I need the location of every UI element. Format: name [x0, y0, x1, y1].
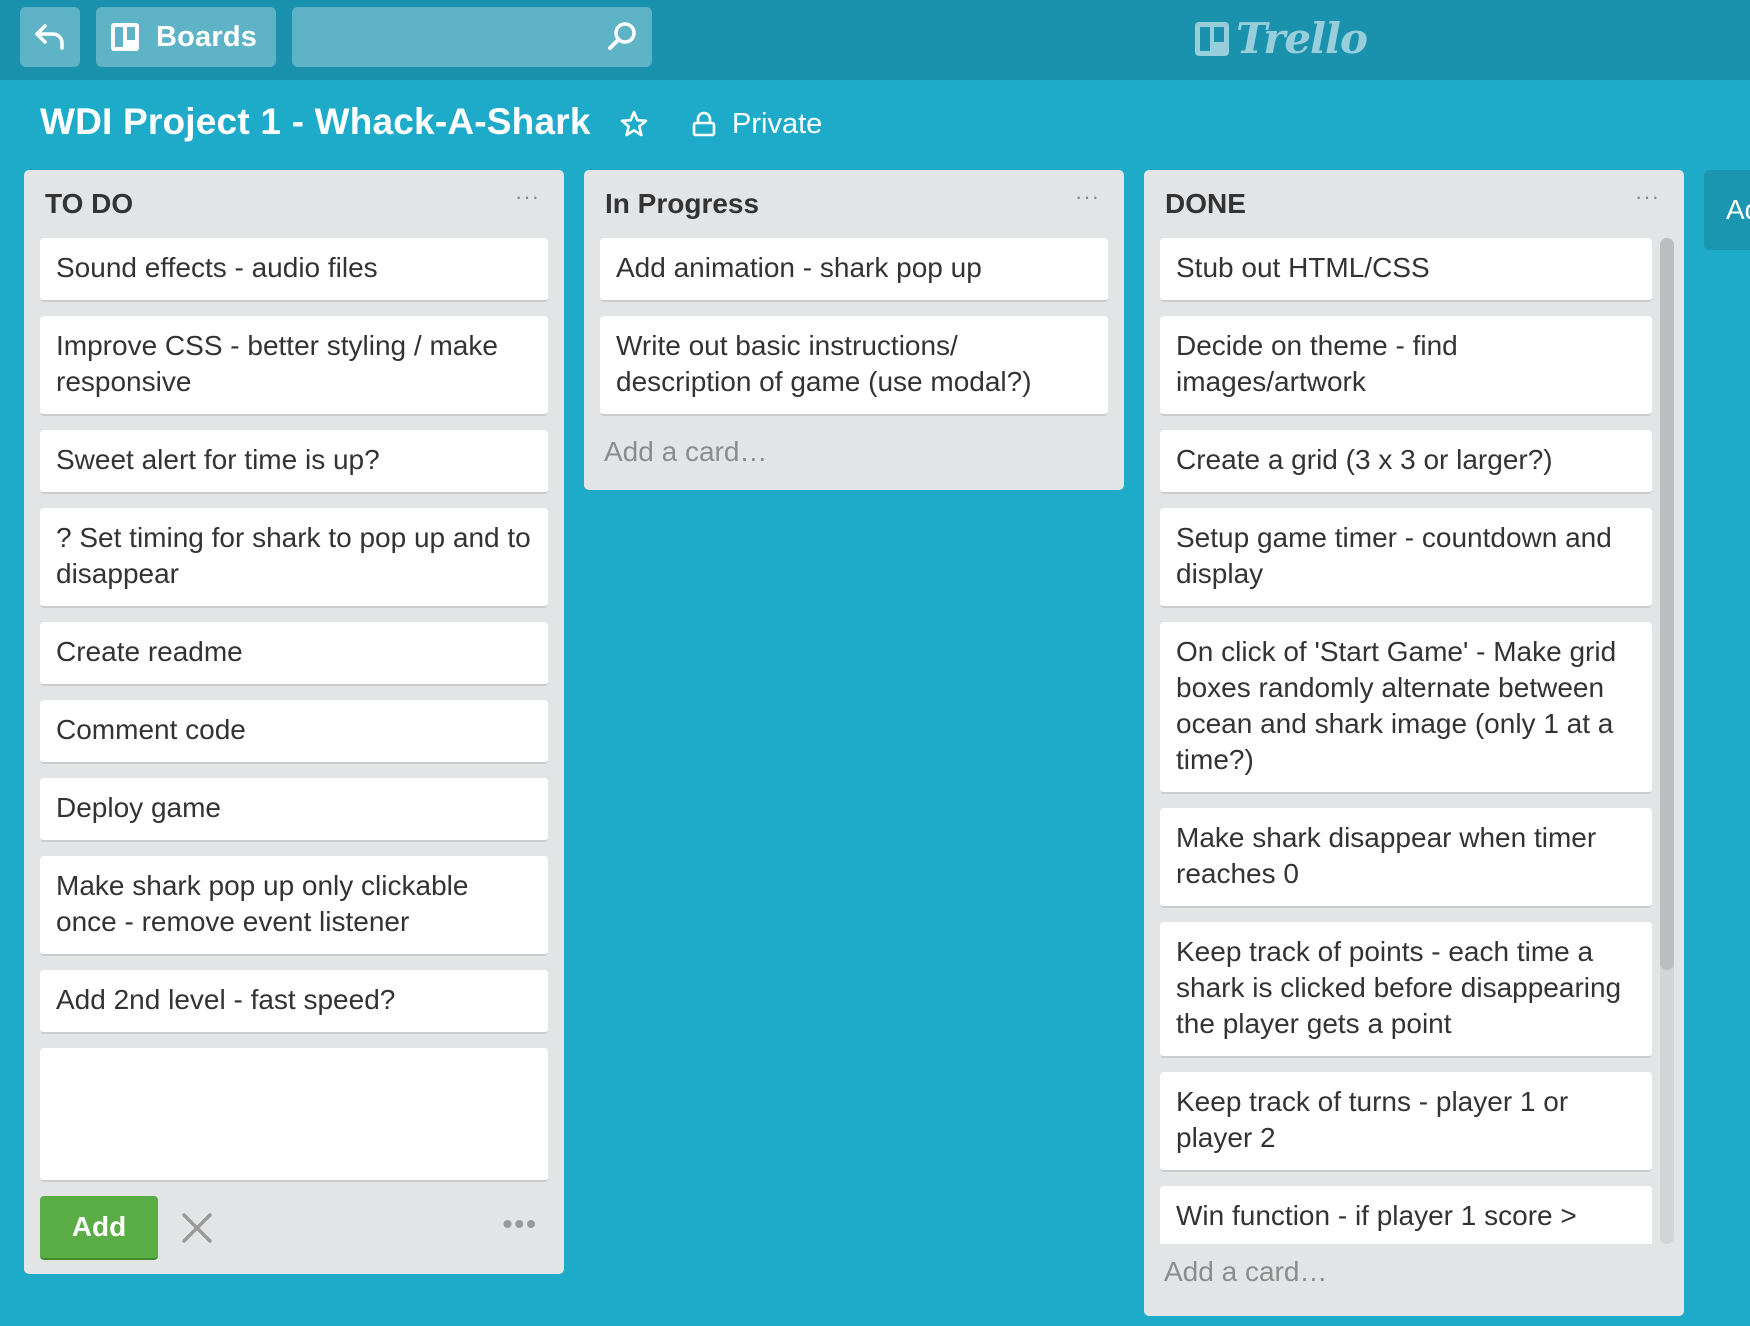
card[interactable]: Comment code	[40, 700, 548, 764]
add-a-card-link[interactable]: Add a card…	[584, 430, 1124, 490]
close-icon[interactable]	[180, 1211, 214, 1245]
boards-label: Boards	[156, 20, 258, 53]
card[interactable]: Sweet alert for time is up?	[40, 430, 548, 494]
card[interactable]: ? Set timing for shark to pop up and to …	[40, 508, 548, 608]
card[interactable]: Write out basic instructions/ descriptio…	[600, 316, 1108, 416]
card[interactable]: Keep track of turns - player 1 or player…	[1160, 1072, 1652, 1172]
trello-logo-icon	[1195, 21, 1229, 56]
list-header: DONE ···	[1144, 170, 1684, 238]
card[interactable]: Stub out HTML/CSS	[1160, 238, 1652, 302]
card[interactable]: Add animation - shark pop up	[600, 238, 1108, 302]
search-icon	[608, 22, 636, 50]
list-in-progress: In Progress ··· Add animation - shark po…	[584, 170, 1124, 490]
card[interactable]: Setup game timer - countdown and display	[1160, 508, 1652, 608]
card[interactable]: Sound effects - audio files	[40, 238, 548, 302]
card-composer-controls: Add •••	[40, 1196, 548, 1260]
card[interactable]: Win function - if player 1 score >	[1160, 1186, 1652, 1244]
composer-options-button[interactable]: •••	[503, 1208, 538, 1240]
back-arrow-icon	[35, 24, 64, 50]
trello-logo-text: Trello	[1236, 14, 1368, 63]
card[interactable]: Deploy game	[40, 778, 548, 842]
list-menu-button[interactable]: ···	[515, 184, 540, 210]
card[interactable]: Add 2nd level - fast speed?	[40, 970, 548, 1034]
card-composer-input[interactable]	[40, 1048, 548, 1182]
scrollbar-thumb[interactable]	[1660, 238, 1674, 970]
list-menu-button[interactable]: ···	[1635, 184, 1660, 210]
card[interactable]: Create readme	[40, 622, 548, 686]
card[interactable]: Keep track of points - each time a shark…	[1160, 922, 1652, 1058]
add-list-label: Add a list…	[1726, 194, 1750, 225]
list-menu-button[interactable]: ···	[1075, 184, 1100, 210]
lock-icon	[692, 111, 716, 137]
card-list: Add animation - shark pop up Write out b…	[584, 238, 1124, 416]
list-scrollbar[interactable]	[1660, 238, 1674, 1244]
card[interactable]: Make shark disappear when timer reaches …	[1160, 808, 1652, 908]
top-bar: Boards Trello	[0, 0, 1750, 80]
list-title[interactable]: In Progress	[605, 188, 759, 220]
boards-icon	[111, 23, 139, 51]
card-list: Stub out HTML/CSS Decide on theme - find…	[1144, 238, 1684, 1244]
boards-button[interactable]: Boards	[96, 7, 276, 67]
list-title[interactable]: DONE	[1165, 188, 1246, 220]
card[interactable]: On click of 'Start Game' - Make grid box…	[1160, 622, 1652, 794]
list-done: DONE ··· Stub out HTML/CSS Decide on the…	[1144, 170, 1684, 1316]
list-scroll-area: DONE ··· Stub out HTML/CSS Decide on the…	[1144, 170, 1684, 1244]
add-list-button[interactable]: Add a list…	[1704, 170, 1750, 250]
card[interactable]: Make shark pop up only clickable once - …	[40, 856, 548, 956]
card[interactable]: Improve CSS - better styling / make resp…	[40, 316, 548, 416]
back-button[interactable]	[20, 7, 80, 67]
visibility-private-button[interactable]: Private	[732, 108, 822, 141]
card[interactable]: Decide on theme - find images/artwork	[1160, 316, 1652, 416]
star-icon[interactable]	[620, 110, 648, 138]
list-title[interactable]: TO DO	[45, 188, 133, 220]
list-header: In Progress ···	[584, 170, 1124, 238]
add-a-card-link[interactable]: Add a card…	[1144, 1244, 1684, 1316]
trello-logo[interactable]: Trello	[1194, 14, 1368, 63]
list-to-do: TO DO ··· Sound effects - audio files Im…	[24, 170, 564, 1274]
list-header: TO DO ···	[24, 170, 564, 238]
board-title[interactable]: WDI Project 1 - Whack-A-Shark	[40, 101, 591, 143]
search-input[interactable]	[292, 7, 652, 67]
trello-board-page: Boards Trello WDI Project 1 - Whack-A-Sh…	[0, 0, 1750, 1326]
add-card-button[interactable]: Add	[40, 1196, 158, 1260]
card-list: Sound effects - audio files Improve CSS …	[24, 238, 564, 1260]
card[interactable]: Create a grid (3 x 3 or larger?)	[1160, 430, 1652, 494]
